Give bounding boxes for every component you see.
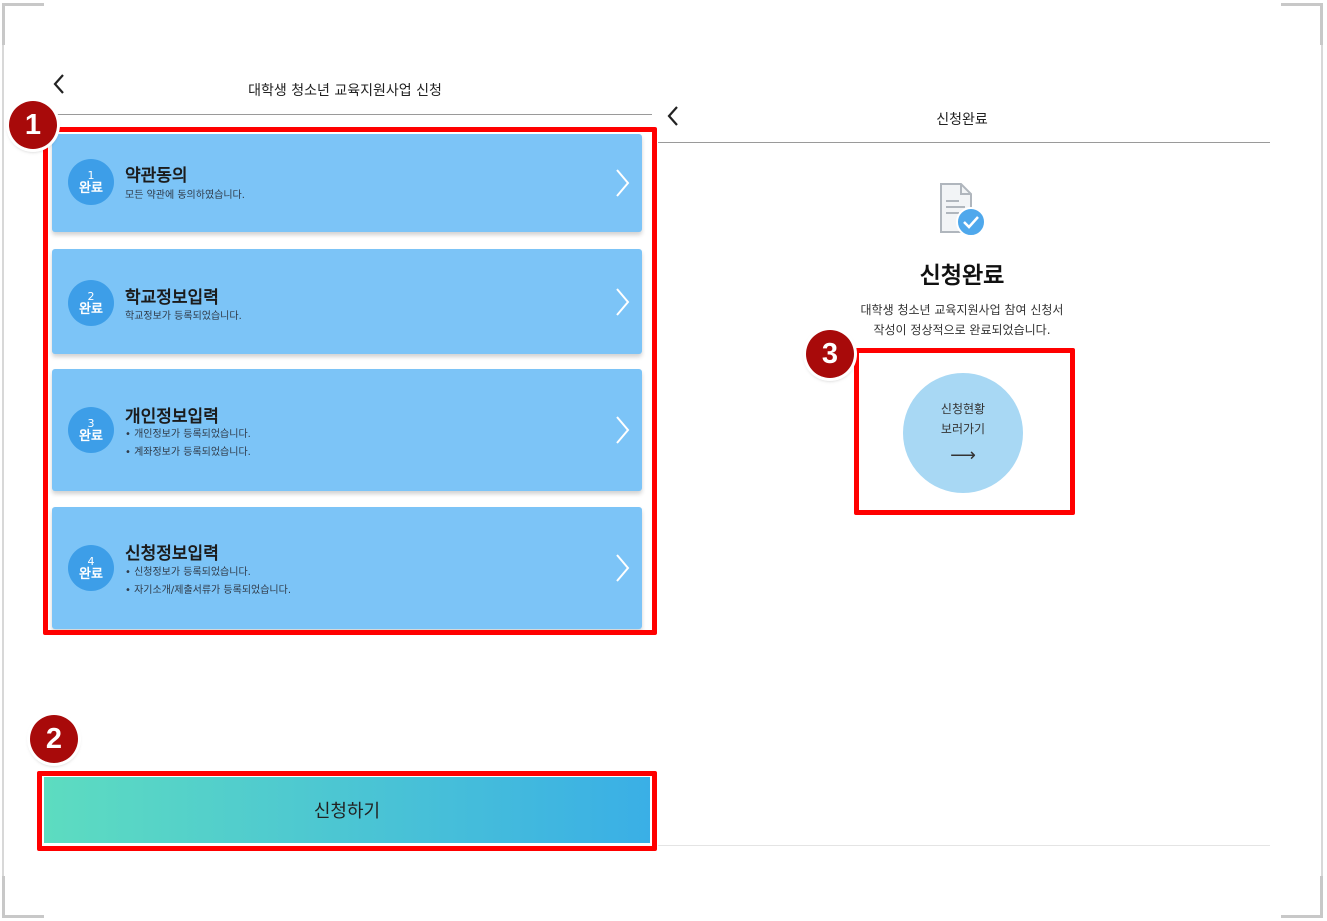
- marker-1: 1: [9, 101, 57, 149]
- back-chevron-icon: [667, 106, 678, 126]
- frame-corner-bl-v: [2, 876, 5, 918]
- frame-corner-tr-h: [1281, 3, 1323, 6]
- page-title: 대학생 청소년 교육지원사업 신청: [248, 83, 442, 99]
- frame-corner-br-v: [1320, 876, 1323, 918]
- highlight-box-steps: [43, 127, 657, 635]
- message-line: 대학생 청소년 교육지원사업 참여 신청서: [860, 303, 1064, 317]
- document-check-icon: [940, 183, 986, 237]
- complete-message: 대학생 청소년 교육지원사업 참여 신청서 작성이 정상적으로 완료되었습니다.: [812, 300, 1112, 340]
- complete-heading: 신청완료: [919, 263, 1005, 289]
- frame-corner-bl-h: [2, 915, 44, 918]
- frame-left-edge: [2, 45, 4, 876]
- bottom-divider: [658, 845, 1270, 846]
- back-button[interactable]: [664, 104, 684, 128]
- frame-corner-tl-h: [2, 3, 44, 6]
- marker-2: 2: [30, 715, 78, 763]
- message-line: 작성이 정상적으로 완료되었습니다.: [873, 323, 1051, 337]
- back-chevron-icon: [53, 74, 64, 94]
- frame-corner-tr-v: [1320, 3, 1323, 45]
- highlight-box-status: [854, 348, 1075, 515]
- back-button[interactable]: [50, 72, 70, 96]
- frame-corner-br-h: [1281, 915, 1323, 918]
- frame-corner-tl-v: [2, 3, 5, 45]
- highlight-box-apply: [37, 771, 657, 851]
- marker-3: 3: [806, 330, 854, 378]
- header-divider: [52, 114, 652, 115]
- header-divider: [658, 142, 1270, 143]
- frame-right-edge: [1321, 45, 1323, 876]
- panel-title: 신청완료: [936, 112, 988, 128]
